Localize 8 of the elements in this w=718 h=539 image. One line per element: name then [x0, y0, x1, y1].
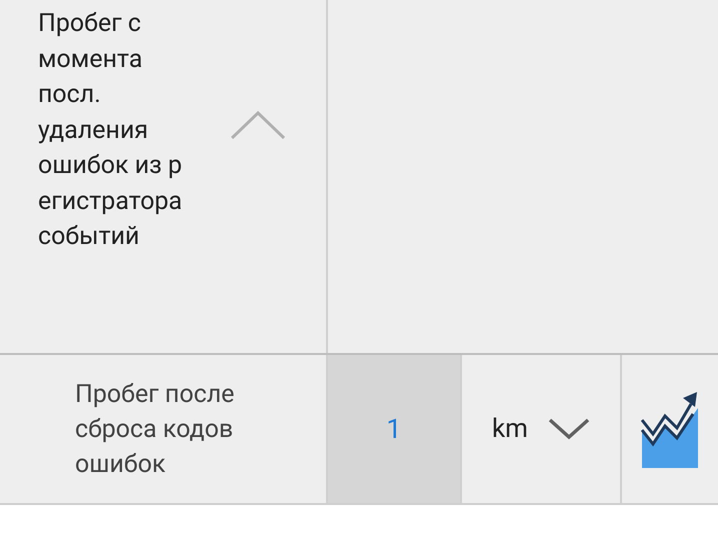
parameter-label: Пробег после сброса кодов ошибок — [75, 378, 234, 480]
chevron-up-icon — [230, 110, 286, 140]
value-text: 1 — [386, 412, 402, 447]
line-chart-icon — [641, 390, 699, 468]
chart-button[interactable] — [641, 390, 699, 468]
parameter-label: Пробег с момента посл. удаления ошибок из р егистратора событий — [38, 8, 182, 253]
chevron-down-icon — [548, 418, 590, 440]
unit-dropdown[interactable]: km — [462, 355, 622, 503]
